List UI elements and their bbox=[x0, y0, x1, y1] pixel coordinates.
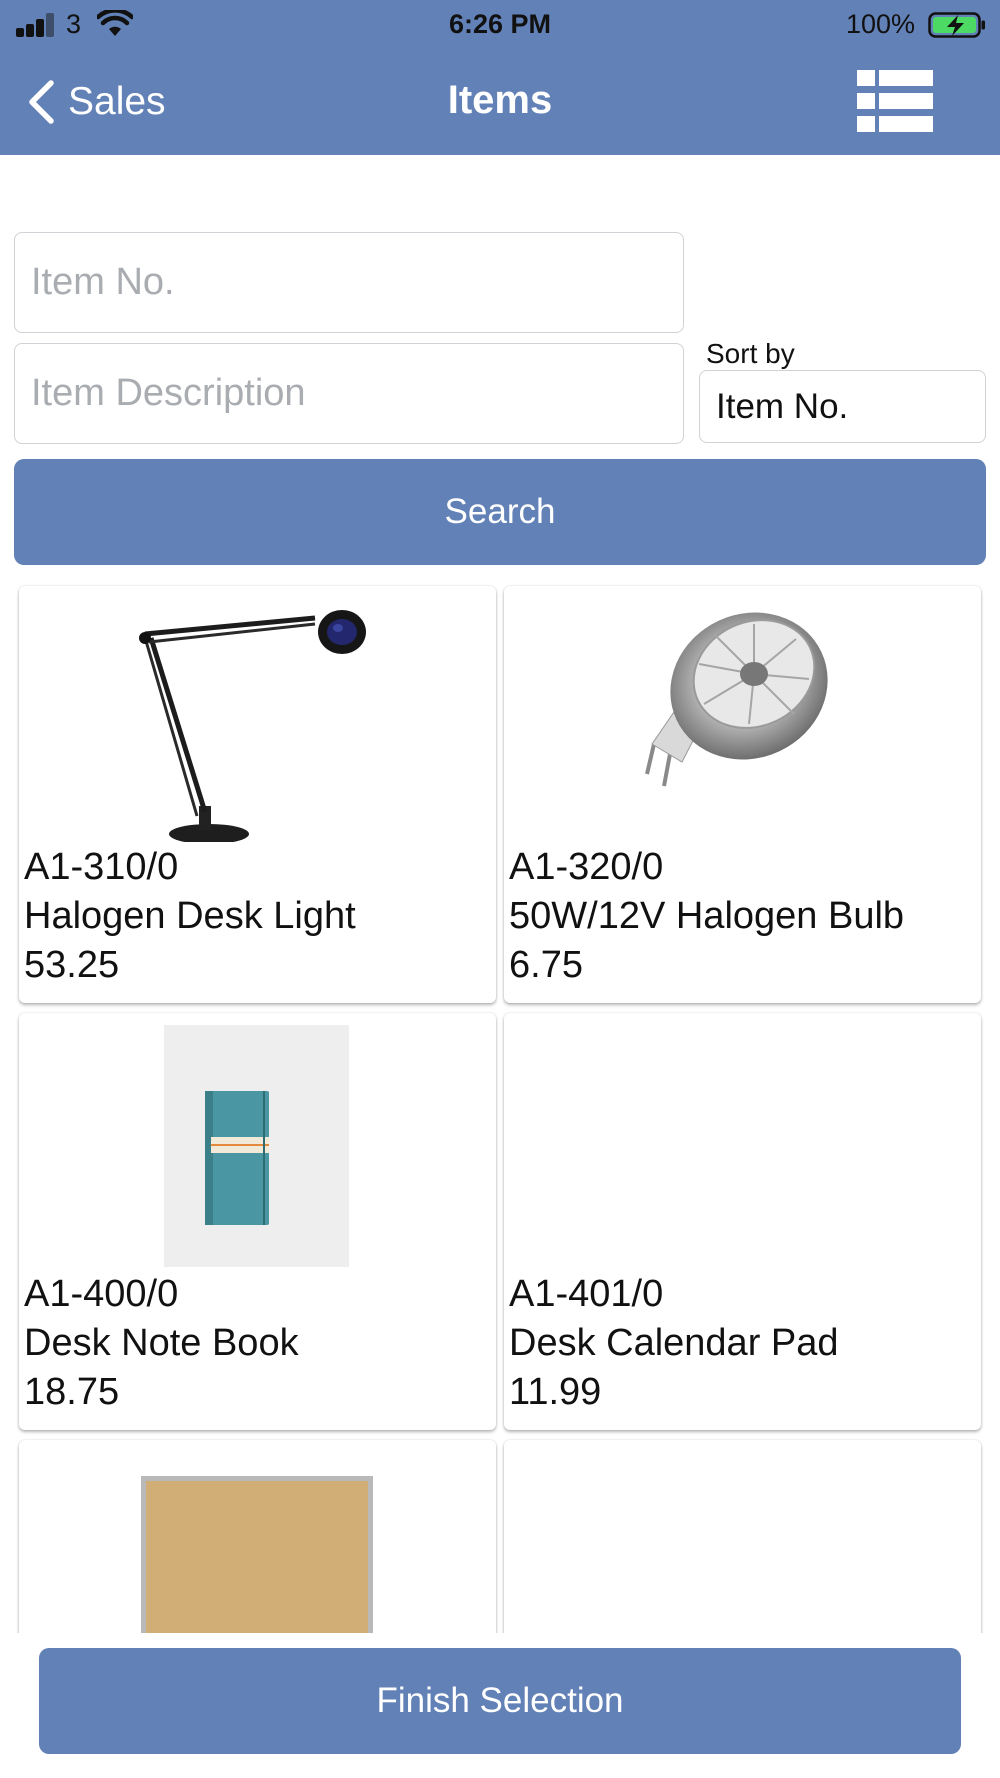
back-button[interactable]: Sales bbox=[26, 74, 166, 130]
item-card[interactable]: A1-310/0 Halogen Desk Light 53.25 bbox=[19, 586, 496, 1003]
item-card[interactable]: A1-320/0 50W/12V Halogen Bulb 6.75 bbox=[504, 586, 981, 1003]
battery-percent: 100% bbox=[846, 9, 916, 39]
desk-lamp-image bbox=[139, 610, 366, 842]
item-price: 18.75 bbox=[24, 1371, 120, 1413]
item-description: Halogen Desk Light bbox=[24, 895, 356, 937]
sort-by-select[interactable]: Item No. bbox=[699, 370, 986, 443]
back-label: Sales bbox=[68, 80, 166, 123]
item-description-input[interactable] bbox=[15, 344, 683, 443]
chevron-left-icon bbox=[29, 80, 54, 124]
item-no-field[interactable] bbox=[14, 232, 684, 333]
item-card[interactable]: A1-401/0 Desk Calendar Pad 11.99 bbox=[504, 1013, 981, 1430]
item-description: Desk Calendar Pad bbox=[509, 1322, 839, 1364]
item-description: Desk Note Book bbox=[24, 1322, 299, 1364]
item-price: 11.99 bbox=[509, 1371, 602, 1413]
item-grid: A1-310/0 Halogen Desk Light 53.25 A1-320… bbox=[0, 580, 1000, 1633]
item-card[interactable] bbox=[504, 1440, 981, 1633]
nav-bar: Sales Items bbox=[0, 50, 1000, 155]
item-number: A1-320/0 bbox=[509, 846, 664, 888]
item-description-field[interactable] bbox=[14, 343, 684, 444]
item-no-input[interactable] bbox=[15, 233, 683, 332]
search-button[interactable]: Search bbox=[14, 459, 986, 565]
item-number: A1-400/0 bbox=[24, 1273, 179, 1315]
battery-charging-icon bbox=[928, 12, 985, 38]
cork-board-image bbox=[141, 1476, 373, 1633]
item-description: 50W/12V Halogen Bulb bbox=[509, 895, 905, 937]
top-bar: 3 6:26 PM 100% Sales Items bbox=[0, 0, 1000, 155]
notebook-image bbox=[164, 1025, 349, 1267]
item-number: A1-310/0 bbox=[24, 846, 179, 888]
halogen-bulb-image bbox=[645, 612, 828, 787]
item-price: 53.25 bbox=[24, 944, 120, 986]
item-price: 6.75 bbox=[509, 944, 583, 986]
item-card[interactable] bbox=[19, 1440, 496, 1633]
finish-selection-button[interactable]: Finish Selection bbox=[39, 1648, 961, 1754]
footer: Finish Selection bbox=[0, 1633, 1000, 1778]
list-view-icon[interactable] bbox=[856, 68, 934, 134]
item-card[interactable]: A1-400/0 Desk Note Book 18.75 bbox=[19, 1013, 496, 1430]
sort-by-label: Sort by bbox=[706, 338, 795, 369]
status-bar: 3 6:26 PM 100% bbox=[0, 0, 1000, 50]
item-number: A1-401/0 bbox=[509, 1273, 664, 1315]
